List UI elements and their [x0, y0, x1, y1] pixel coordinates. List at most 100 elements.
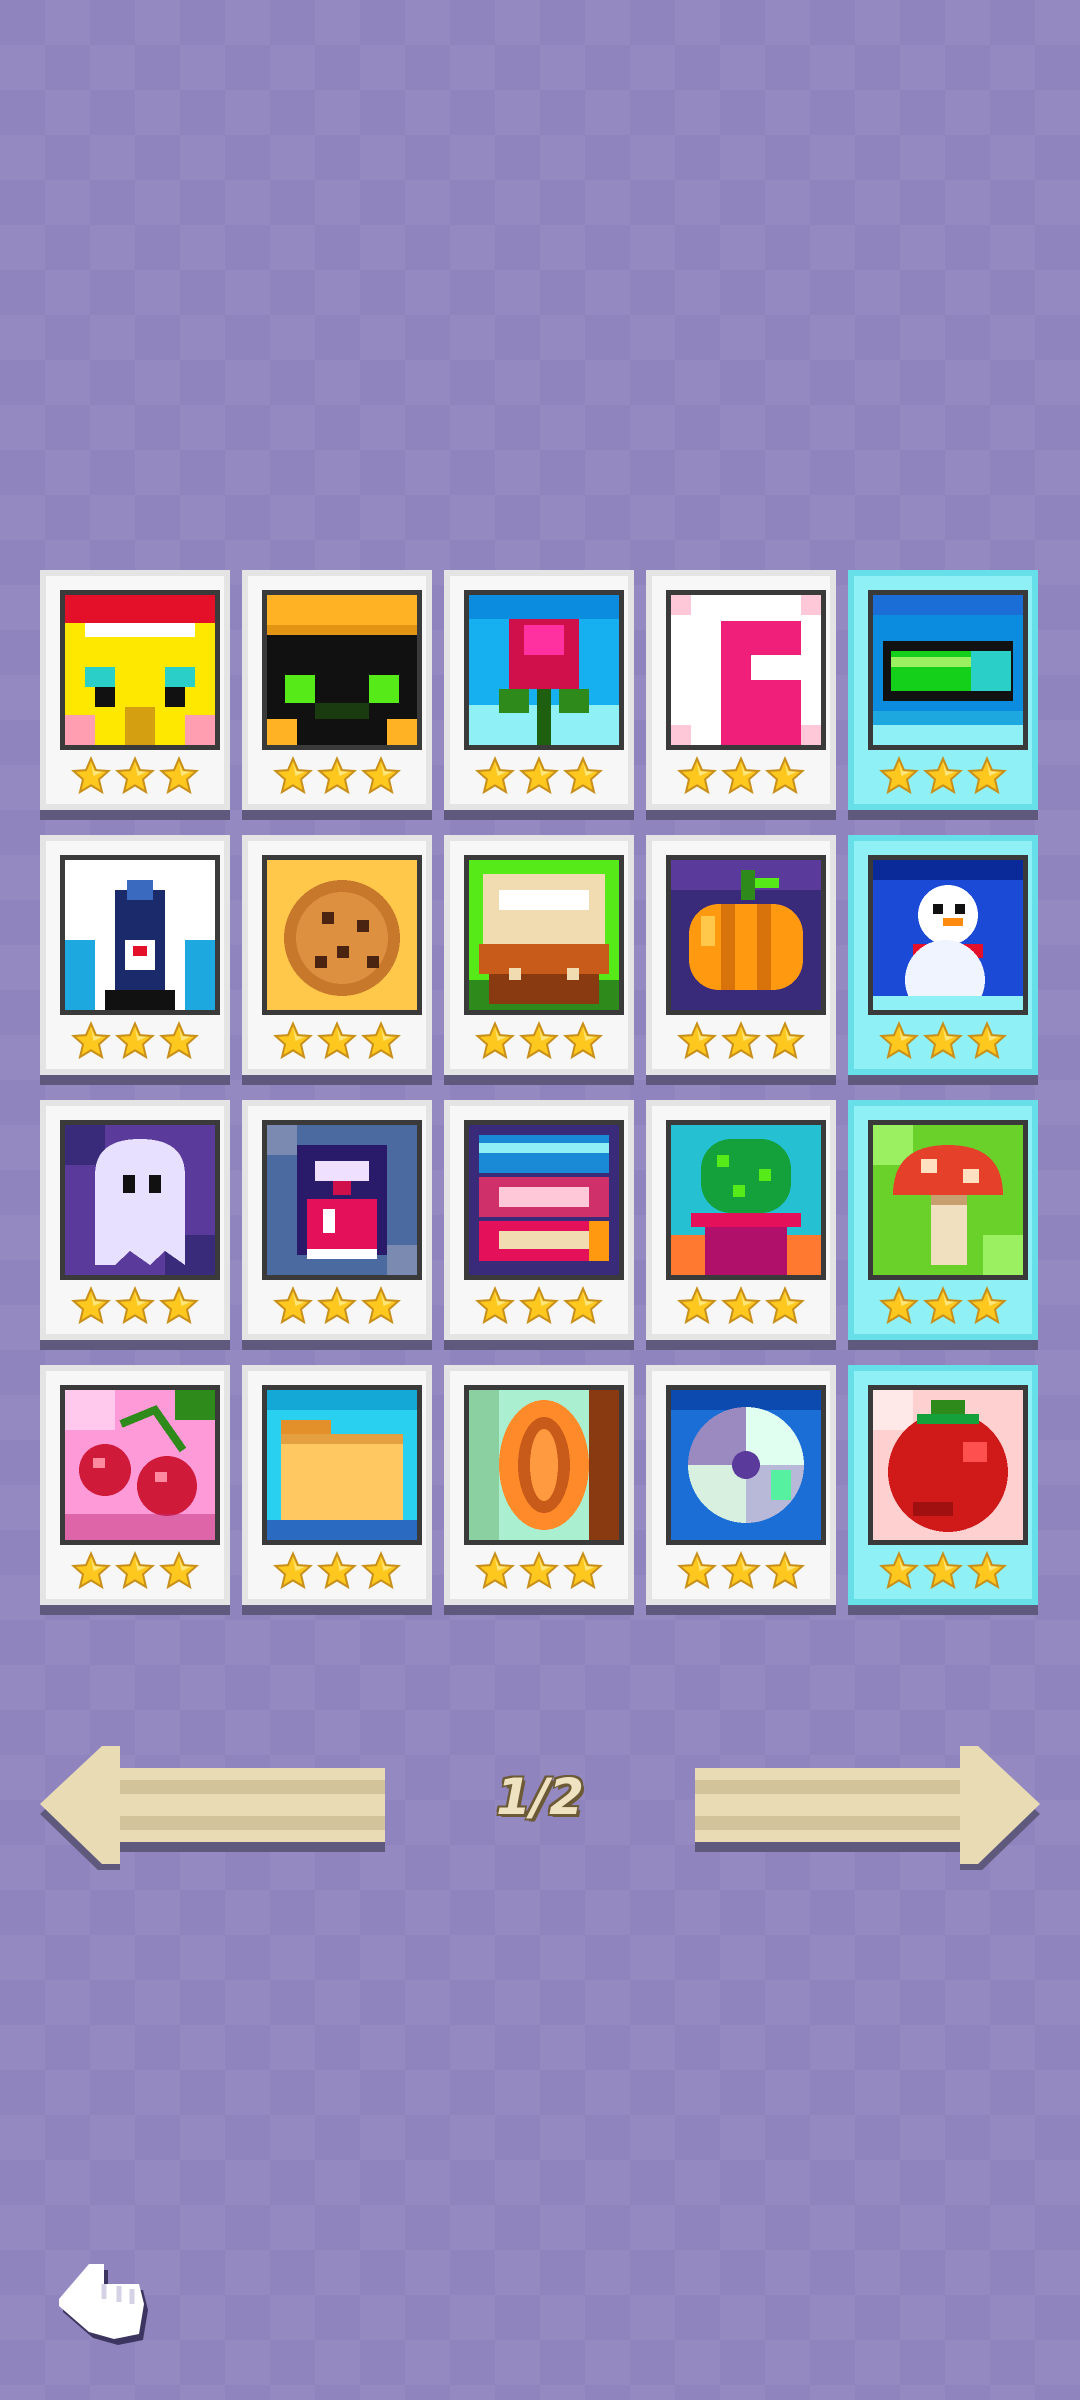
star-icon	[71, 756, 111, 798]
pixel-pink-frame-icon	[666, 590, 826, 750]
level-card-17[interactable]	[242, 1365, 432, 1605]
level-card-8[interactable]	[444, 835, 634, 1075]
star-rating	[854, 1021, 1032, 1063]
pixel-disc-icon	[666, 1385, 826, 1545]
pixel-snowman-icon	[868, 855, 1028, 1015]
level-card-15[interactable]	[848, 1100, 1038, 1340]
star-icon	[677, 1286, 717, 1328]
star-icon	[475, 1286, 515, 1328]
star-icon	[115, 1286, 155, 1328]
previous-page-button[interactable]	[40, 1738, 390, 1874]
level-card-19[interactable]	[646, 1365, 836, 1605]
star-icon	[967, 1551, 1007, 1593]
pixel-potion-icon	[262, 1120, 422, 1280]
level-card-1[interactable]	[40, 570, 230, 810]
star-icon	[317, 756, 357, 798]
pixel-penguin-icon	[60, 855, 220, 1015]
star-rating	[652, 1551, 830, 1593]
star-icon	[765, 1286, 805, 1328]
star-rating	[46, 1551, 224, 1593]
level-card-2[interactable]	[242, 570, 432, 810]
star-rating	[652, 1021, 830, 1063]
star-icon	[273, 1021, 313, 1063]
star-icon	[765, 756, 805, 798]
pixel-face-icon	[60, 590, 220, 750]
pixel-cookie-icon	[262, 855, 422, 1015]
level-card-13[interactable]	[444, 1100, 634, 1340]
level-card-11[interactable]	[40, 1100, 230, 1340]
star-icon	[879, 1286, 919, 1328]
star-icon	[563, 1021, 603, 1063]
level-card-4[interactable]	[646, 570, 836, 810]
star-icon	[923, 1551, 963, 1593]
star-icon	[519, 756, 559, 798]
star-icon	[273, 756, 313, 798]
level-card-7[interactable]	[242, 835, 432, 1075]
arrow-right-icon	[695, 1746, 1040, 1874]
arrow-left-icon	[40, 1746, 385, 1874]
star-icon	[677, 1551, 717, 1593]
pixel-battery-icon	[868, 590, 1028, 750]
pixel-pumpkin-icon	[666, 855, 826, 1015]
star-icon	[519, 1286, 559, 1328]
star-rating	[46, 1286, 224, 1328]
star-rating	[450, 756, 628, 798]
star-icon	[879, 1551, 919, 1593]
star-icon	[317, 1021, 357, 1063]
star-icon	[115, 1021, 155, 1063]
star-icon	[317, 1551, 357, 1593]
star-icon	[765, 1551, 805, 1593]
pixel-coin-icon	[464, 1385, 624, 1545]
pixel-rose-icon	[464, 590, 624, 750]
star-rating	[248, 1286, 426, 1328]
star-icon	[115, 756, 155, 798]
back-button[interactable]	[44, 2244, 154, 2354]
pixel-ghost-icon	[60, 1120, 220, 1280]
level-card-6[interactable]	[40, 835, 230, 1075]
star-icon	[563, 756, 603, 798]
star-rating	[46, 1021, 224, 1063]
pixel-mushroom-icon	[868, 1120, 1028, 1280]
next-page-button[interactable]	[690, 1738, 1040, 1874]
pixel-books-icon	[464, 1120, 624, 1280]
star-icon	[721, 756, 761, 798]
star-icon	[361, 756, 401, 798]
star-rating	[450, 1021, 628, 1063]
star-icon	[159, 756, 199, 798]
pixel-burger-icon	[464, 855, 624, 1015]
pixel-tomato-icon	[868, 1385, 1028, 1545]
level-card-5[interactable]	[848, 570, 1038, 810]
level-card-20[interactable]	[848, 1365, 1038, 1605]
star-icon	[519, 1021, 559, 1063]
level-card-10[interactable]	[848, 835, 1038, 1075]
star-icon	[879, 1021, 919, 1063]
level-card-3[interactable]	[444, 570, 634, 810]
pixel-cherries-icon	[60, 1385, 220, 1545]
pixel-frog-icon	[262, 590, 422, 750]
star-icon	[519, 1551, 559, 1593]
star-icon	[273, 1551, 313, 1593]
pixel-folder-icon	[262, 1385, 422, 1545]
level-grid	[40, 570, 1040, 1610]
level-card-16[interactable]	[40, 1365, 230, 1605]
star-icon	[677, 756, 717, 798]
star-icon	[721, 1551, 761, 1593]
star-rating	[854, 756, 1032, 798]
level-card-9[interactable]	[646, 835, 836, 1075]
star-icon	[317, 1286, 357, 1328]
pixel-cactus-icon	[666, 1120, 826, 1280]
star-rating	[450, 1286, 628, 1328]
level-card-12[interactable]	[242, 1100, 432, 1340]
star-icon	[159, 1021, 199, 1063]
star-icon	[71, 1021, 111, 1063]
star-rating	[248, 1551, 426, 1593]
star-rating	[652, 1286, 830, 1328]
star-icon	[475, 1021, 515, 1063]
level-card-14[interactable]	[646, 1100, 836, 1340]
star-icon	[71, 1286, 111, 1328]
star-icon	[273, 1286, 313, 1328]
page-indicator: 1/2	[496, 1768, 584, 1826]
star-icon	[361, 1286, 401, 1328]
star-icon	[115, 1551, 155, 1593]
level-card-18[interactable]	[444, 1365, 634, 1605]
